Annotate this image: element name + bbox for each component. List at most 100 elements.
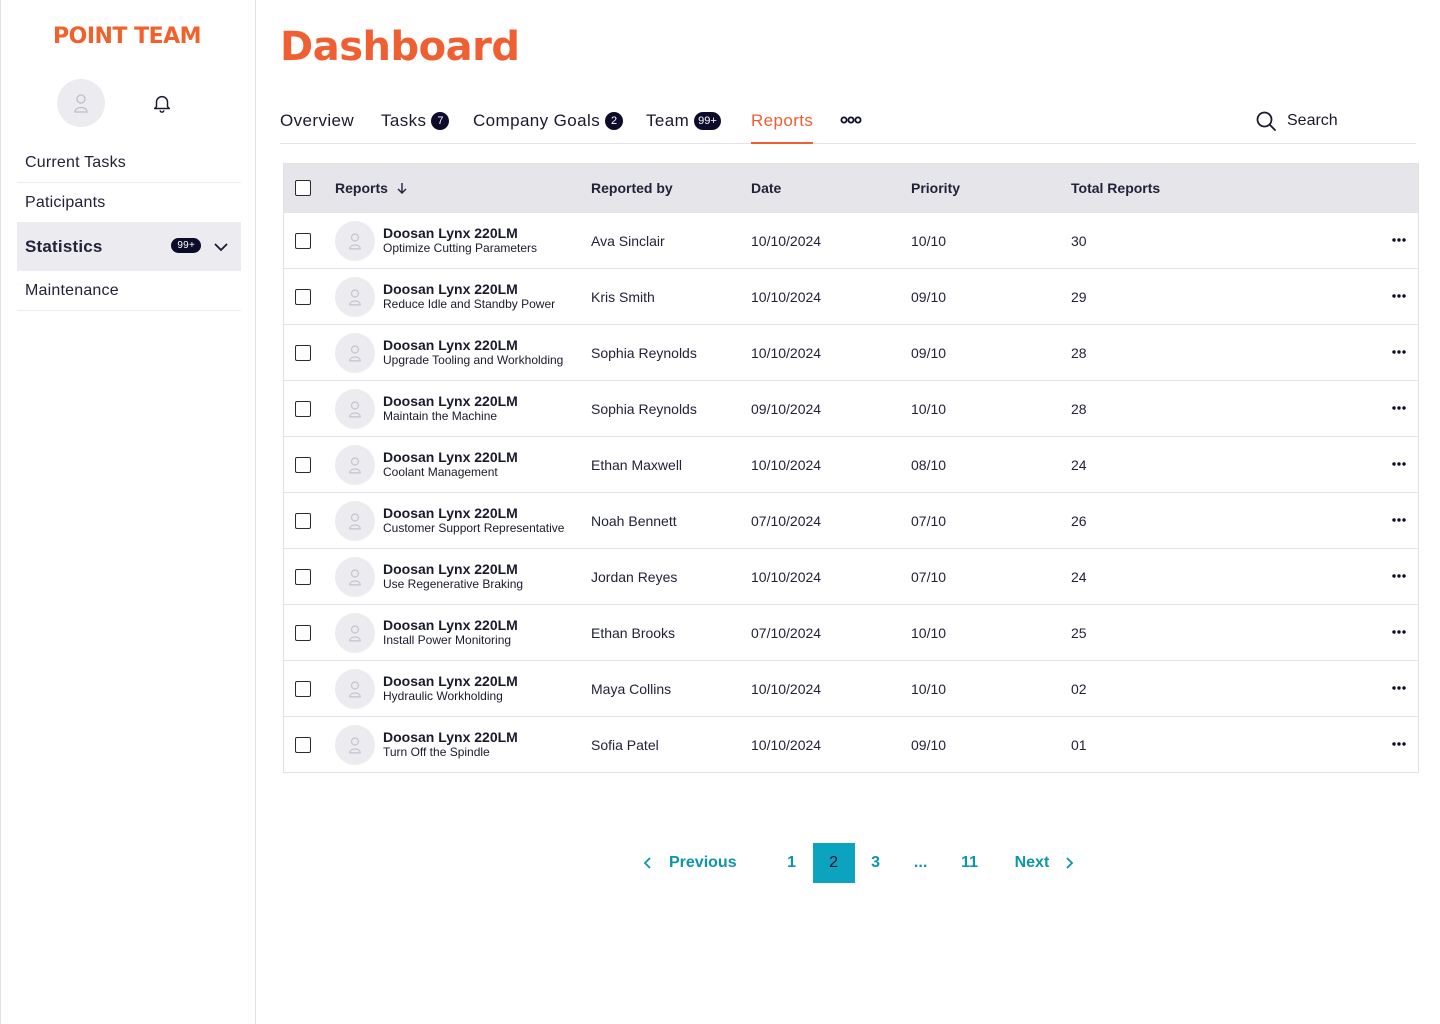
report-subtitle: Optimize Cutting Parameters: [383, 241, 538, 255]
sidebar-item-current-tasks[interactable]: Current Tasks: [17, 143, 241, 183]
column-header-priority: Priority: [911, 164, 960, 212]
reported-by: Ethan Maxwell: [591, 456, 683, 473]
report-date: 10/10/2024: [751, 568, 822, 585]
report-cell: Doosan Lynx 220LM Upgrade Tooling and Wor…: [335, 325, 563, 380]
more-options-icon[interactable]: [1392, 405, 1406, 411]
total-reports: 29: [1071, 288, 1087, 305]
report-title: Doosan Lynx 220LM: [383, 505, 518, 521]
tab-label: Overview: [280, 111, 355, 130]
table-row[interactable]: Doosan Lynx 220LM Hydraulic Workholding Ma…: [284, 660, 1418, 716]
sidebar-item-participants[interactable]: Paticipants: [17, 183, 241, 223]
tab-label: Tasks: [381, 111, 427, 130]
tab-reports[interactable]: Reports: [751, 104, 814, 144]
tab-overview[interactable]: Overview: [280, 104, 354, 144]
more-options-icon[interactable]: [1392, 741, 1406, 747]
row-select-cell: [295, 325, 311, 380]
report-title: Doosan Lynx 220LM: [383, 393, 518, 409]
table-row[interactable]: Doosan Lynx 220LM Use Regenerative Brakin…: [284, 548, 1418, 604]
report-avatar: [335, 724, 375, 765]
more-options-icon[interactable]: [1392, 293, 1406, 299]
total-reports: 24: [1071, 568, 1087, 585]
user-icon: [349, 568, 361, 585]
page-1-button[interactable]: 1: [771, 843, 813, 883]
count-badge: 7: [431, 112, 450, 130]
total-reports: 28: [1071, 400, 1087, 417]
chevron-down-icon[interactable]: [213, 239, 229, 255]
report-subtitle: Maintain the Machine: [383, 409, 498, 423]
table-row[interactable]: Doosan Lynx 220LM Optimize Cutting Parame…: [284, 212, 1418, 268]
more-options-icon[interactable]: [1392, 573, 1406, 579]
more-options-icon[interactable]: [1392, 629, 1406, 635]
total-reports-cell: 01: [1071, 717, 1087, 772]
row-checkbox[interactable]: [295, 456, 311, 473]
reported-by-cell: Jordan Reyes: [591, 549, 677, 604]
priority-cell: 07/10: [911, 493, 946, 548]
row-checkbox[interactable]: [295, 344, 311, 361]
sidebar-nav: Current Tasks Paticipants Statistics 99+…: [17, 143, 241, 311]
row-checkbox[interactable]: [295, 624, 311, 641]
total-reports-cell: 29: [1071, 269, 1087, 324]
total-reports: 25: [1071, 624, 1087, 641]
row-checkbox[interactable]: [295, 680, 311, 697]
sort-arrow-down-icon[interactable]: [396, 182, 408, 194]
report-title: Doosan Lynx 220LM: [383, 673, 518, 689]
page-3-button[interactable]: 3: [855, 843, 897, 883]
column-header-reports[interactable]: Reports: [335, 164, 408, 212]
table-row[interactable]: Doosan Lynx 220LM Install Power Monitorin…: [284, 604, 1418, 660]
more-tabs-icon[interactable]: [840, 113, 862, 127]
brand-logo[interactable]: POINT TEAM: [53, 24, 202, 49]
notifications-button[interactable]: [150, 91, 174, 115]
page-ellipsis: ...: [913, 854, 928, 871]
more-options-icon[interactable]: [1392, 685, 1406, 691]
sidebar-item-maintenance[interactable]: Maintenance: [17, 271, 241, 311]
row-checkbox[interactable]: [295, 568, 311, 585]
reported-by-cell: Ava Sinclair: [591, 213, 665, 268]
search-box[interactable]: Search: [1255, 110, 1338, 132]
table-row[interactable]: Doosan Lynx 220LM Customer Support Repres…: [284, 492, 1418, 548]
count-badge: 2: [605, 112, 624, 130]
report-subtitle: Reduce Idle and Standby Power: [383, 297, 556, 311]
row-checkbox[interactable]: [295, 288, 311, 305]
report-info: Doosan Lynx 220LM Use Regenerative Brakin…: [383, 561, 523, 592]
next-page-button[interactable]: Next: [1015, 854, 1078, 872]
more-options-icon[interactable]: [1392, 237, 1406, 243]
priority-cell: 07/10: [911, 549, 946, 604]
row-checkbox[interactable]: [295, 512, 311, 529]
total-reports: 01: [1071, 736, 1087, 753]
tab-tasks[interactable]: Tasks 7: [381, 104, 450, 144]
table-row[interactable]: Doosan Lynx 220LM Maintain the Machine Sop…: [284, 380, 1418, 436]
page-2-button[interactable]: 2: [812, 843, 855, 883]
select-all-checkbox[interactable]: [295, 180, 311, 196]
tab-label: Company Goals: [473, 111, 601, 130]
report-subtitle: Install Power Monitoring: [383, 633, 512, 647]
table-row[interactable]: Doosan Lynx 220LM Upgrade Tooling and Wor…: [284, 324, 1418, 380]
total-reports-cell: 26: [1071, 493, 1087, 548]
user-icon: [349, 400, 361, 417]
table-row[interactable]: Doosan Lynx 220LM Reduce Idle and Standby…: [284, 268, 1418, 324]
report-cell: Doosan Lynx 220LM Reduce Idle and Standby…: [335, 269, 555, 324]
more-options-icon[interactable]: [1392, 349, 1406, 355]
bell-icon: [153, 95, 171, 113]
row-checkbox[interactable]: [295, 736, 311, 753]
user-icon: [349, 736, 361, 753]
table-row[interactable]: Doosan Lynx 220LM Coolant Management Ethan…: [284, 436, 1418, 492]
tab-label: Reports: [751, 111, 814, 130]
tab-team[interactable]: Team 99+: [646, 104, 721, 144]
total-reports-cell: 02: [1071, 661, 1087, 716]
previous-page-button[interactable]: Previous: [640, 854, 737, 872]
column-label: Date: [751, 180, 782, 196]
row-checkbox[interactable]: [295, 400, 311, 417]
total-reports-cell: 24: [1071, 437, 1087, 492]
user-avatar[interactable]: [57, 79, 105, 127]
more-options-icon[interactable]: [1392, 461, 1406, 467]
page-11-button[interactable]: 11: [945, 843, 995, 883]
sidebar-item-statistics[interactable]: Statistics 99+: [17, 223, 241, 271]
date-cell: 10/10/2024: [751, 213, 821, 268]
more-options-icon[interactable]: [1392, 517, 1406, 523]
reported-by-cell: Ethan Maxwell: [591, 437, 682, 492]
table-row[interactable]: Doosan Lynx 220LM Turn Off the Spindle Sof…: [284, 716, 1418, 772]
row-checkbox[interactable]: [295, 232, 311, 249]
sidebar-item-label: Statistics: [25, 237, 103, 256]
tab-company-goals[interactable]: Company Goals 2: [473, 104, 624, 144]
report-info: Doosan Lynx 220LM Maintain the Machine: [383, 393, 518, 424]
